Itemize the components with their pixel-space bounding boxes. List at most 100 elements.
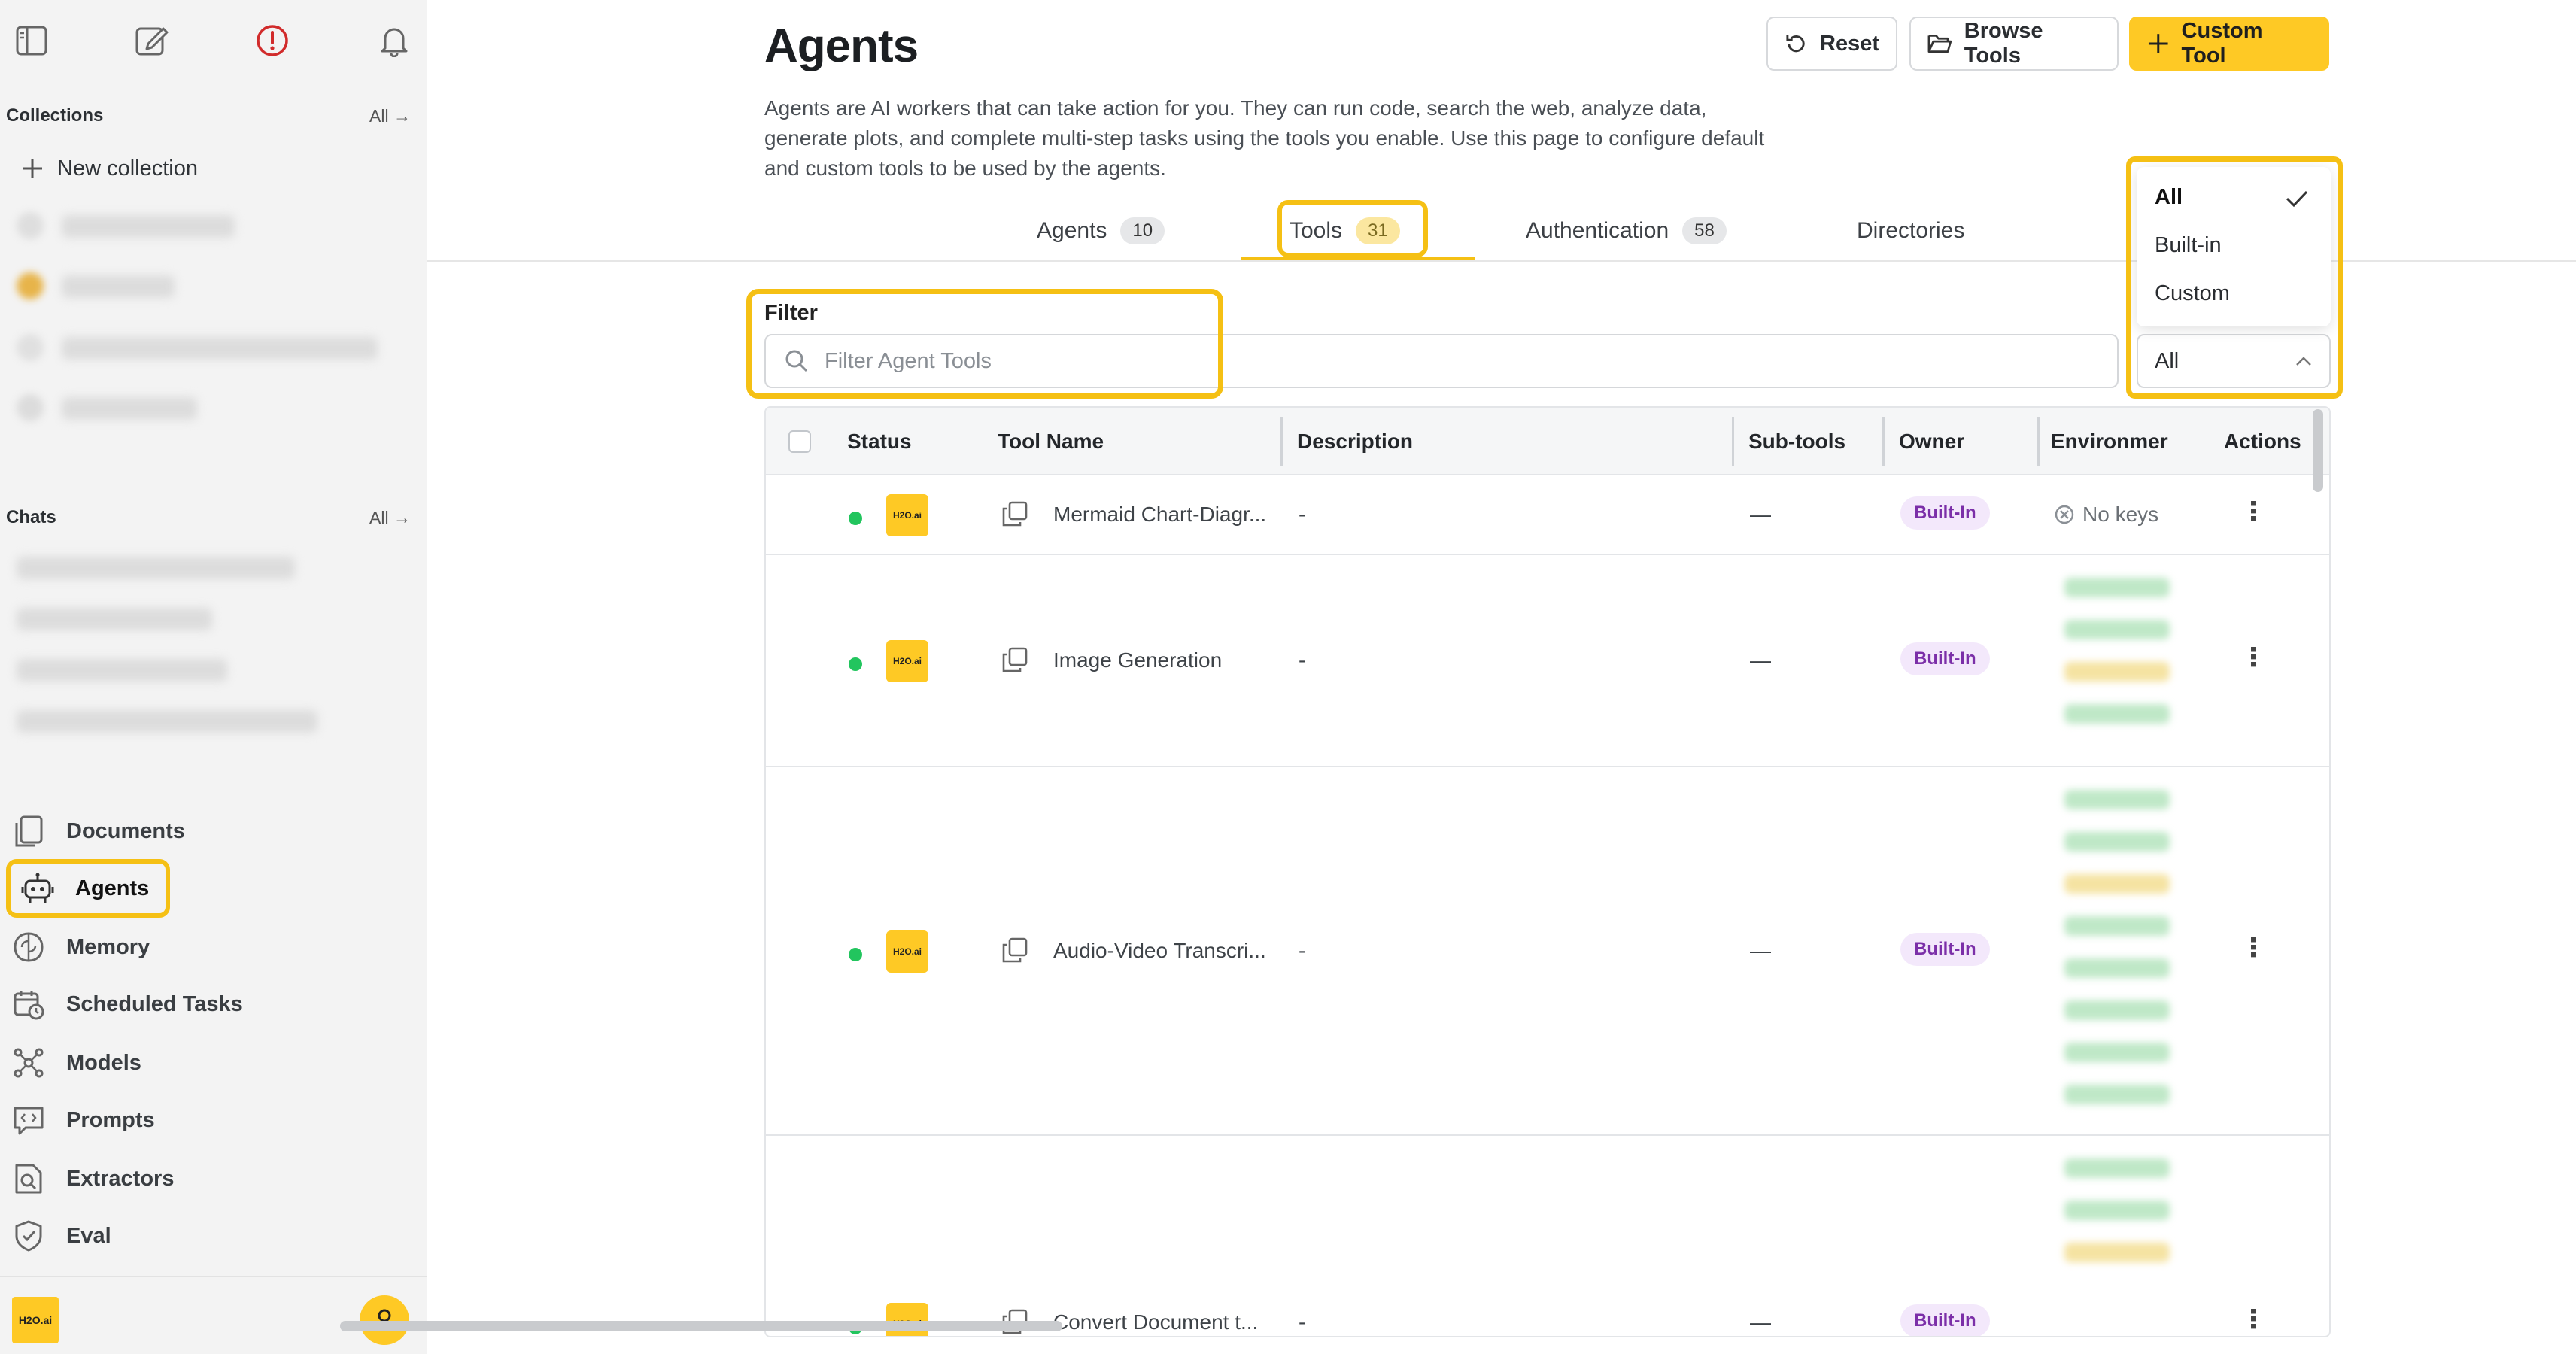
header-owner[interactable]: Owner [1899,408,1964,475]
chat-item[interactable] [17,557,295,579]
nav-scheduled-tasks[interactable]: Scheduled Tasks [11,979,402,1029]
collection-item[interactable] [62,275,175,298]
nav-agents-label: Agents [75,876,150,900]
owner-badge: Built-In [1900,933,1990,966]
tab-agents-label: Agents [1037,218,1107,243]
column-resizer[interactable] [1280,417,1283,466]
status-active-dot [849,512,862,525]
chats-all-link[interactable]: All → [369,508,411,528]
column-resizer[interactable] [1732,417,1734,466]
nav-documents[interactable]: Documents [11,806,402,856]
tab-authentication[interactable]: Authentication 58 [1526,206,1727,256]
header-tool-name[interactable]: Tool Name [998,408,1104,475]
copy-icon[interactable] [1001,645,1029,674]
header-description[interactable]: Description [1297,408,1413,475]
nav-prompts-label: Prompts [66,1107,155,1132]
env-no-keys: No keys [2082,502,2159,526]
chat-item[interactable] [17,608,212,630]
horizontal-scrollbar[interactable] [340,1321,1062,1331]
env-key-redacted [2064,916,2170,936]
status-active-dot [849,948,862,961]
tool-logo: H2O.ai [886,1303,928,1336]
tab-agents[interactable]: Agents 10 [1037,206,1165,256]
h2o-logo: H2O.ai [12,1297,59,1343]
plus-icon [2148,34,2168,53]
nav-agents[interactable]: Agents [6,859,170,918]
collection-item[interactable] [62,215,235,238]
reset-icon [1786,35,1805,53]
table-row[interactable]: H2O.ai Audio-Video Transcri... - — Built… [766,767,2329,1136]
more-actions-icon[interactable]: ⋮ [2240,642,2266,672]
env-key-redacted [2064,578,2170,597]
column-resizer[interactable] [1882,417,1885,466]
alert-icon[interactable] [251,20,293,62]
collection-item-icon [17,394,44,421]
tab-tools-underline [1241,257,1475,260]
reset-button[interactable]: Reset [1766,17,1897,71]
custom-tool-button[interactable]: Custom Tool [2129,17,2329,71]
nav-prompts[interactable]: Prompts [11,1095,402,1145]
main-content: Agents Agents are AI workers that can ta… [427,0,2576,1354]
collections-header: Collections All → [6,101,411,131]
chats-header: Chats All → [6,502,411,533]
table-row[interactable]: H2O.ai Mermaid Chart-Diagr... - — Built-… [766,475,2329,555]
chats-label: Chats [6,507,56,527]
nav-models[interactable]: Models [11,1038,402,1088]
nav-extractors[interactable]: Extractors [11,1154,402,1204]
header-environment[interactable]: Environmer [2051,408,2168,475]
collections-label: Collections [6,105,104,126]
collection-item[interactable] [62,397,197,420]
nav-eval-label: Eval [66,1223,111,1248]
header-status[interactable]: Status [847,408,912,475]
env-key-redacted [2064,874,2170,894]
env-key-redacted [2064,704,2170,724]
table-row[interactable]: H2O.ai Convert Document t... - — Built-I… [766,1136,2329,1336]
tool-subtools: — [1750,939,1771,962]
tab-directories[interactable]: Directories [1857,206,1964,256]
more-actions-icon[interactable]: ⋮ [2240,933,2266,963]
plus-icon [23,159,42,178]
tool-description: - [1299,1310,1306,1334]
notifications-bell-icon[interactable] [373,20,415,62]
vertical-scrollbar[interactable] [2313,409,2323,492]
sidebar-footer: H2O.ai [0,1276,427,1354]
tool-name[interactable]: Audio-Video Transcri... [1053,939,1266,963]
chat-item[interactable] [17,659,227,682]
collections-all-link[interactable]: All → [369,106,411,126]
new-collection-button[interactable]: New collection [21,152,198,185]
more-actions-icon[interactable]: ⋮ [2240,496,2266,527]
owner-badge: Built-In [1900,1304,1990,1336]
chat-item[interactable] [17,710,317,733]
sidebar: Collections All → New collection Chats A… [0,0,427,1354]
nav-extractors-label: Extractors [66,1166,175,1191]
nav-eval[interactable]: Eval [11,1211,402,1261]
nav-memory[interactable]: Memory [11,922,402,972]
user-avatar[interactable] [360,1295,409,1345]
env-key-redacted [2064,1243,2170,1262]
more-actions-icon[interactable]: ⋮ [2240,1304,2266,1334]
env-key-redacted [2064,958,2170,978]
select-all-checkbox[interactable] [788,408,811,475]
column-resizer[interactable] [2037,417,2040,466]
filter-highlight [746,289,1223,399]
sidebar-toggle-icon[interactable] [11,20,53,62]
page-title: Agents [764,20,919,72]
tool-name[interactable]: Convert Document t... [1053,1310,1258,1334]
env-key-redacted [2064,1000,2170,1020]
copy-icon[interactable] [1001,499,1029,528]
tool-name[interactable]: Image Generation [1053,648,1222,672]
table-row[interactable]: H2O.ai Image Generation - — Built-In ⋮ [766,555,2329,767]
env-key-redacted [2064,832,2170,852]
browse-tools-button[interactable]: Browse Tools [1909,17,2119,71]
tools-table: Status Tool Name Description Sub-tools O… [764,406,2331,1337]
tool-name[interactable]: Mermaid Chart-Diagr... [1053,502,1266,527]
collection-item[interactable] [62,337,378,360]
nav-scheduled-tasks-label: Scheduled Tasks [66,991,243,1016]
collection-item-icon [17,212,44,239]
tool-description: - [1299,648,1306,672]
tool-subtools: — [1750,1310,1771,1334]
copy-icon[interactable] [1001,936,1029,964]
status-active-dot [849,657,862,671]
new-chat-edit-icon[interactable] [131,20,173,62]
header-sub-tools[interactable]: Sub-tools [1748,408,1845,475]
